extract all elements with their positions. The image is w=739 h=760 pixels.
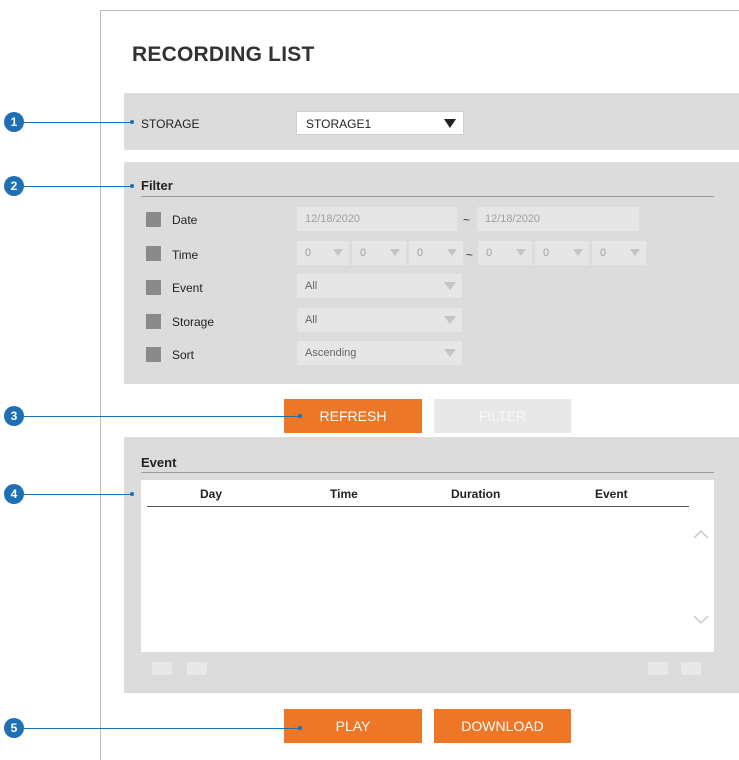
callout-2-dot: [130, 184, 134, 188]
time-label: Time: [172, 248, 199, 262]
callout-4-dot: [130, 492, 134, 496]
previous-page-button[interactable]: [187, 662, 207, 675]
play-button[interactable]: PLAY: [284, 709, 422, 743]
callout-5-line: [24, 728, 300, 729]
time-from-second-value: 0: [417, 247, 424, 259]
time-to-minute-value: 0: [543, 247, 550, 259]
callout-2-line: [24, 186, 132, 187]
chevron-down-icon: [390, 249, 400, 256]
time-from-minute-value: 0: [360, 247, 367, 259]
callout-3-dot: [298, 414, 302, 418]
event-select[interactable]: All: [297, 274, 462, 298]
time-checkbox[interactable]: [146, 246, 161, 261]
page-title: RECORDING LIST: [132, 43, 315, 66]
sort-label: Sort: [172, 348, 195, 362]
event-select-value: All: [305, 280, 318, 292]
event-label: Event: [172, 281, 203, 295]
callout-3: 3: [4, 406, 24, 426]
time-from-hour-value: 0: [305, 247, 312, 259]
chevron-down-icon: [447, 249, 457, 256]
column-header-day: Day: [200, 487, 223, 501]
filter-button[interactable]: FILTER: [434, 399, 571, 433]
filter-divider: [141, 196, 714, 197]
storage-filter-label: Storage: [172, 315, 215, 329]
date-range-separator: ~: [463, 213, 471, 227]
event-panel-title: Event: [141, 455, 177, 470]
date-to-field[interactable]: 12/18/2020: [477, 207, 639, 231]
callout-5-dot: [298, 726, 302, 730]
date-from-field[interactable]: 12/18/2020: [297, 207, 457, 231]
time-to-second-value: 0: [600, 247, 607, 259]
storage-filter-value: All: [305, 314, 318, 326]
chevron-down-icon: [333, 249, 343, 256]
last-page-button[interactable]: [681, 662, 701, 675]
date-label: Date: [172, 213, 198, 227]
scroll-down-icon[interactable]: [693, 615, 709, 625]
callout-1: 1: [4, 112, 24, 132]
column-header-time: Time: [330, 487, 358, 501]
frame-top-border: [100, 10, 739, 11]
time-from-minute-select[interactable]: 0: [352, 241, 406, 265]
chevron-down-icon: [573, 249, 583, 256]
callout-1-dot: [130, 120, 134, 124]
event-checkbox[interactable]: [146, 280, 161, 295]
callout-4-line: [24, 494, 132, 495]
callout-5: 5: [4, 718, 24, 738]
chevron-down-icon: [444, 349, 456, 357]
table-header-line: [147, 506, 689, 507]
sort-checkbox[interactable]: [146, 347, 161, 362]
storage-filter-select[interactable]: All: [297, 308, 462, 332]
column-header-event: Event: [595, 487, 628, 501]
sort-select-value: Ascending: [305, 347, 357, 359]
storage-label: STORAGE: [141, 117, 200, 131]
refresh-button[interactable]: REFRESH: [284, 399, 422, 433]
date-from-value: 12/18/2020: [305, 213, 361, 225]
chevron-down-icon: [516, 249, 526, 256]
storage-filter-checkbox[interactable]: [146, 314, 161, 329]
storage-select[interactable]: STORAGE1: [296, 111, 464, 135]
time-from-hour-select[interactable]: 0: [297, 241, 349, 265]
time-to-hour-select[interactable]: 0: [478, 241, 532, 265]
chevron-down-icon: [630, 249, 640, 256]
time-to-minute-select[interactable]: 0: [535, 241, 589, 265]
column-header-duration: Duration: [451, 487, 501, 501]
storage-select-value: STORAGE1: [306, 117, 372, 131]
next-page-button[interactable]: [648, 662, 668, 675]
sort-select[interactable]: Ascending: [297, 341, 462, 365]
callout-2: 2: [4, 176, 24, 196]
time-from-second-select[interactable]: 0: [409, 241, 463, 265]
callout-4: 4: [4, 484, 24, 504]
download-button[interactable]: DOWNLOAD: [434, 709, 571, 743]
scroll-up-icon[interactable]: [693, 529, 709, 539]
callout-3-line: [24, 416, 300, 417]
chevron-down-icon: [444, 119, 456, 128]
date-to-value: 12/18/2020: [485, 213, 541, 225]
chevron-down-icon: [444, 282, 456, 290]
chevron-down-icon: [444, 316, 456, 324]
first-page-button[interactable]: [152, 662, 172, 675]
event-divider: [141, 472, 714, 473]
time-to-second-select[interactable]: 0: [592, 241, 646, 265]
time-range-separator: ~: [466, 248, 474, 262]
filter-title: Filter: [141, 178, 173, 193]
time-to-hour-value: 0: [486, 247, 493, 259]
callout-1-line: [24, 122, 132, 123]
date-checkbox[interactable]: [146, 212, 161, 227]
